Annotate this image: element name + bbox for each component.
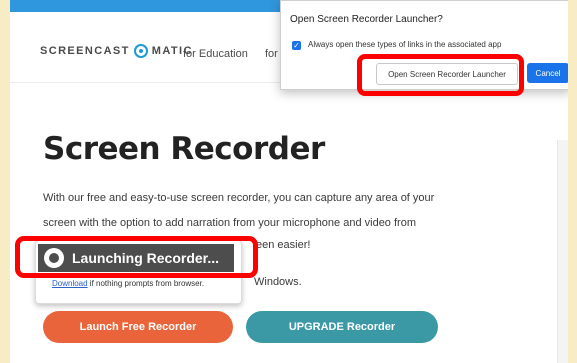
- description-line-1: With our free and easy-to-use screen rec…: [43, 192, 435, 204]
- download-link[interactable]: Download: [52, 279, 88, 288]
- cancel-button[interactable]: Cancel: [527, 63, 568, 83]
- description-line-3: een easier!: [256, 239, 311, 251]
- page-title: Screen Recorder: [43, 131, 325, 167]
- highlight-open-button: [357, 54, 524, 96]
- highlight-launching-popup: [15, 236, 258, 278]
- always-open-checkbox[interactable]: ✓: [292, 41, 301, 50]
- logo-text-left: SCREENCAST: [40, 45, 130, 57]
- launch-help-text: Download if nothing prompts from browser…: [52, 279, 204, 288]
- upgrade-recorder-button[interactable]: UPGRADE Recorder: [246, 311, 438, 343]
- launch-help-suffix: if nothing prompts from browser.: [87, 279, 205, 288]
- nav-link-for[interactable]: for: [265, 48, 278, 60]
- dialog-title: Open Screen Recorder Launcher?: [290, 14, 443, 25]
- windows-note: Windows.: [254, 276, 302, 288]
- description-line-2: screen with the option to add narration …: [43, 217, 416, 229]
- launch-free-recorder-button[interactable]: Launch Free Recorder: [43, 311, 233, 343]
- record-icon: [133, 44, 148, 58]
- always-open-label: Always open these types of links in the …: [308, 40, 502, 49]
- site-logo[interactable]: SCREENCAST MATIC: [40, 44, 193, 58]
- nav-link-education[interactable]: for Education: [183, 48, 248, 60]
- side-panel: [557, 140, 568, 363]
